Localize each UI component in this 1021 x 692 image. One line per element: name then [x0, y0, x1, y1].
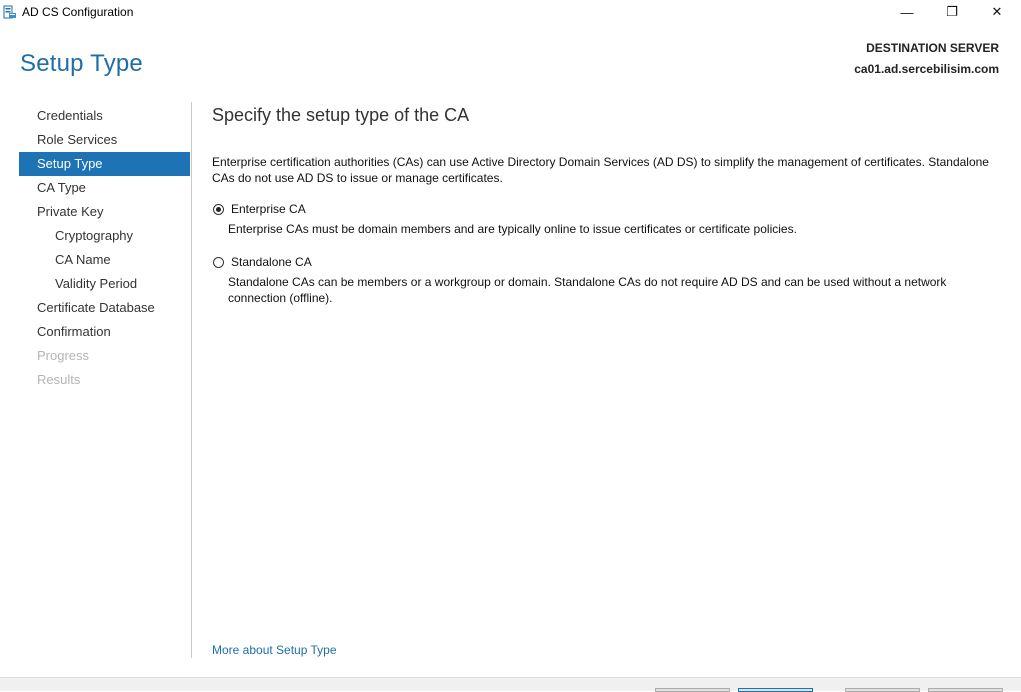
nav-item-certificate-database[interactable]: Certificate Database [19, 296, 190, 320]
nav-item-validity-period[interactable]: Validity Period [19, 272, 190, 296]
next-button[interactable] [738, 688, 813, 692]
page-title: Setup Type [20, 50, 143, 77]
nav-item-setup-type[interactable]: Setup Type [19, 152, 190, 176]
destination-server-label: DESTINATION SERVER [866, 41, 999, 55]
destination-server-name: ca01.ad.sercebilisim.com [854, 62, 999, 76]
nav-item-ca-name[interactable]: CA Name [19, 248, 190, 272]
window-title: AD CS Configuration [22, 5, 134, 19]
enterprise-ca-option[interactable]: Enterprise CA [213, 202, 306, 216]
nav-item-credentials[interactable]: Credentials [19, 104, 190, 128]
enterprise-ca-label[interactable]: Enterprise CA [231, 202, 306, 216]
nav-item-confirmation[interactable]: Confirmation [19, 320, 190, 344]
wizard-navigation: Credentials Role Services Setup Type CA … [19, 104, 190, 392]
server-manager-icon [3, 5, 17, 19]
nav-divider [191, 102, 192, 658]
nav-item-private-key[interactable]: Private Key [19, 200, 190, 224]
previous-button[interactable] [655, 688, 730, 692]
footer-bar [0, 677, 1021, 692]
close-button[interactable]: ✕ [974, 0, 1020, 24]
minimize-button[interactable]: — [884, 0, 930, 24]
nav-item-role-services[interactable]: Role Services [19, 128, 190, 152]
nav-item-ca-type[interactable]: CA Type [19, 176, 190, 200]
nav-item-progress: Progress [37, 348, 90, 363]
section-description: Enterprise certification authorities (CA… [212, 155, 989, 185]
cancel-button[interactable] [928, 688, 1003, 692]
more-about-setup-type-link[interactable]: More about Setup Type [212, 643, 337, 657]
enterprise-ca-description: Enterprise CAs must be domain members an… [228, 222, 797, 236]
standalone-ca-radio[interactable] [213, 256, 224, 268]
nav-item-cryptography[interactable]: Cryptography [19, 224, 190, 248]
section-heading: Specify the setup type of the CA [212, 105, 470, 125]
configure-button[interactable] [845, 688, 920, 692]
nav-item-results: Results [37, 372, 81, 387]
standalone-ca-description: Standalone CAs can be members or a workg… [228, 275, 947, 305]
maximize-button[interactable]: ❐ [929, 0, 975, 24]
enterprise-ca-radio[interactable] [213, 203, 224, 215]
standalone-ca-option[interactable]: Standalone CA [213, 255, 312, 269]
standalone-ca-label[interactable]: Standalone CA [231, 255, 312, 269]
title-bar: AD CS Configuration — ❐ ✕ [0, 0, 1021, 24]
